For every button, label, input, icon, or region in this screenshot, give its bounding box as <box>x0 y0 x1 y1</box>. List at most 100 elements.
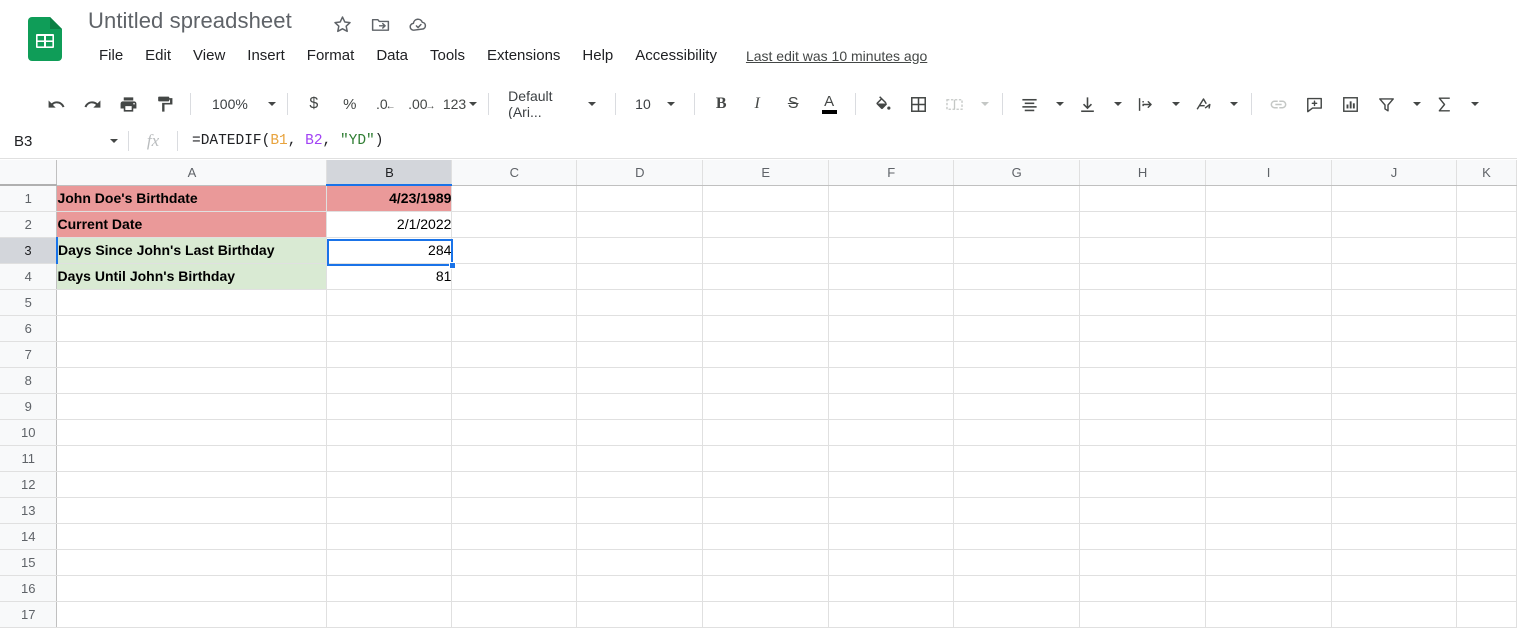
horizontal-align-chevron-icon[interactable] <box>1050 89 1066 119</box>
cell-E5[interactable] <box>702 289 830 316</box>
cell-H17[interactable] <box>1079 601 1207 628</box>
cell-B10[interactable] <box>326 419 453 446</box>
cell-A2[interactable]: Current Date <box>56 211 328 238</box>
print-icon[interactable] <box>113 89 143 119</box>
cell-G14[interactable] <box>953 523 1081 550</box>
cell-K5[interactable] <box>1456 289 1517 316</box>
cell-H7[interactable] <box>1079 341 1207 368</box>
cell-F14[interactable] <box>828 523 955 550</box>
filter-chevron-icon[interactable] <box>1407 89 1423 119</box>
cell-C7[interactable] <box>451 341 578 368</box>
cell-J12[interactable] <box>1331 471 1457 498</box>
row-header-4[interactable]: 4 <box>0 263 58 290</box>
cell-A16[interactable] <box>56 575 328 602</box>
cell-E3[interactable] <box>702 237 830 264</box>
cell-F11[interactable] <box>828 445 955 472</box>
cell-G10[interactable] <box>953 419 1081 446</box>
cell-G15[interactable] <box>953 549 1081 576</box>
cell-D4[interactable] <box>576 263 704 290</box>
cell-J6[interactable] <box>1331 315 1457 342</box>
vertical-align-chevron-icon[interactable] <box>1108 89 1124 119</box>
column-header-e[interactable]: E <box>702 160 830 186</box>
cell-C14[interactable] <box>451 523 578 550</box>
cell-A6[interactable] <box>56 315 328 342</box>
cell-H4[interactable] <box>1079 263 1207 290</box>
cell-I11[interactable] <box>1205 445 1332 472</box>
row-header-1[interactable]: 1 <box>0 185 58 212</box>
menu-item-edit[interactable]: Edit <box>134 44 182 67</box>
cell-F17[interactable] <box>828 601 955 628</box>
cell-I9[interactable] <box>1205 393 1332 420</box>
cell-K2[interactable] <box>1456 211 1517 238</box>
functions-chevron-icon[interactable] <box>1465 89 1481 119</box>
cell-G8[interactable] <box>953 367 1081 394</box>
cell-I16[interactable] <box>1205 575 1332 602</box>
cell-A14[interactable] <box>56 523 328 550</box>
cell-E7[interactable] <box>702 341 830 368</box>
cell-D13[interactable] <box>576 497 704 524</box>
formula-input[interactable]: =DATEDIF(B1, B2, "YD") <box>178 133 1517 149</box>
menu-item-accessibility[interactable]: Accessibility <box>624 44 728 67</box>
cell-C10[interactable] <box>451 419 578 446</box>
cell-G6[interactable] <box>953 315 1081 342</box>
cell-A1[interactable]: John Doe's Birthdate <box>56 185 328 212</box>
column-header-k[interactable]: K <box>1456 160 1517 186</box>
cell-B5[interactable] <box>326 289 453 316</box>
create-filter-icon[interactable] <box>1371 89 1401 119</box>
cell-K3[interactable] <box>1456 237 1517 264</box>
cell-B12[interactable] <box>326 471 453 498</box>
menu-item-insert[interactable]: Insert <box>236 44 296 67</box>
cell-C17[interactable] <box>451 601 578 628</box>
cell-E16[interactable] <box>702 575 830 602</box>
more-formats-button[interactable]: 123 <box>443 89 478 119</box>
cell-B3[interactable]: 284 <box>326 237 453 264</box>
menu-item-view[interactable]: View <box>182 44 236 67</box>
cell-C4[interactable] <box>451 263 578 290</box>
text-rotation-chevron-icon[interactable] <box>1224 89 1240 119</box>
cell-E9[interactable] <box>702 393 830 420</box>
cell-E12[interactable] <box>702 471 830 498</box>
horizontal-align-icon[interactable] <box>1014 89 1044 119</box>
cell-F2[interactable] <box>828 211 955 238</box>
cell-D16[interactable] <box>576 575 704 602</box>
cell-G13[interactable] <box>953 497 1081 524</box>
column-header-a[interactable]: A <box>56 160 328 186</box>
cell-E11[interactable] <box>702 445 830 472</box>
cell-I2[interactable] <box>1205 211 1332 238</box>
redo-icon[interactable] <box>77 89 107 119</box>
cell-E2[interactable] <box>702 211 830 238</box>
cell-C13[interactable] <box>451 497 578 524</box>
star-icon[interactable] <box>330 12 354 36</box>
cell-I6[interactable] <box>1205 315 1332 342</box>
merge-cells-icon[interactable] <box>939 89 969 119</box>
cell-G1[interactable] <box>953 185 1081 212</box>
cell-J17[interactable] <box>1331 601 1457 628</box>
column-header-d[interactable]: D <box>576 160 704 186</box>
row-header-11[interactable]: 11 <box>0 445 58 472</box>
text-rotation-icon[interactable] <box>1188 89 1218 119</box>
row-header-7[interactable]: 7 <box>0 341 58 368</box>
zoom-select[interactable]: 100% <box>202 89 276 119</box>
cell-H15[interactable] <box>1079 549 1207 576</box>
text-color-button[interactable]: A <box>814 89 844 119</box>
cell-K8[interactable] <box>1456 367 1517 394</box>
cell-G11[interactable] <box>953 445 1081 472</box>
name-box[interactable]: B3 <box>0 124 128 158</box>
strikethrough-button[interactable]: S <box>778 89 808 119</box>
cell-D6[interactable] <box>576 315 704 342</box>
cell-G4[interactable] <box>953 263 1081 290</box>
functions-icon[interactable] <box>1429 89 1459 119</box>
menu-item-data[interactable]: Data <box>365 44 419 67</box>
cell-A7[interactable] <box>56 341 328 368</box>
cell-F3[interactable] <box>828 237 955 264</box>
cell-B15[interactable] <box>326 549 453 576</box>
borders-icon[interactable] <box>903 89 933 119</box>
cell-I12[interactable] <box>1205 471 1332 498</box>
column-header-f[interactable]: F <box>828 160 955 186</box>
cell-J11[interactable] <box>1331 445 1457 472</box>
cell-H9[interactable] <box>1079 393 1207 420</box>
cell-A5[interactable] <box>56 289 328 316</box>
row-header-5[interactable]: 5 <box>0 289 58 316</box>
cell-D7[interactable] <box>576 341 704 368</box>
cell-I1[interactable] <box>1205 185 1332 212</box>
